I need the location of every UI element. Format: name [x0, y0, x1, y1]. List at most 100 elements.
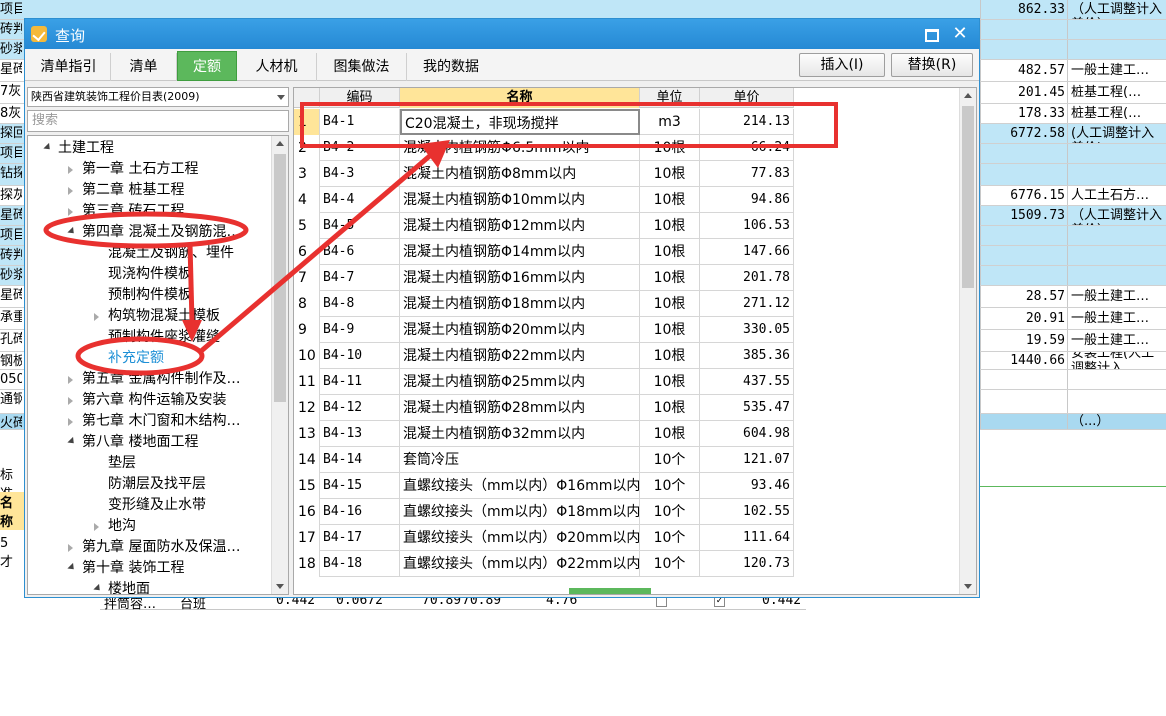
header-name[interactable]: 名称	[400, 88, 640, 108]
collapse-arrow-icon[interactable]	[68, 208, 73, 216]
table-row[interactable]: 4 B4-4 混凝土内植钢筋Φ10mm以内 10根 94.86	[294, 187, 794, 213]
cell-idx: 4	[294, 187, 320, 213]
tree-scrollbar[interactable]	[271, 136, 288, 594]
tree-node[interactable]: 第七章 木门窗和木结构…	[82, 411, 240, 432]
tree-node[interactable]: 变形缝及止水带	[108, 495, 206, 516]
cell-unit: 10根	[640, 343, 700, 369]
search-input[interactable]: 搜索	[27, 110, 289, 132]
tree-node[interactable]: 土建工程	[58, 138, 114, 159]
tab-list-guide[interactable]: 清单指引	[27, 53, 111, 81]
bg-row-amount: 1440.66	[980, 352, 1068, 369]
bg-row-amount: 201.45	[980, 82, 1068, 103]
collapse-arrow-icon[interactable]	[68, 418, 73, 426]
table-row[interactable]: 8 B4-8 混凝土内植钢筋Φ18mm以内 10根 271.12	[294, 291, 794, 317]
tab-my-data[interactable]: 我的数据	[407, 53, 495, 81]
tree-node[interactable]: 第四章 混凝土及钢筋混…	[82, 222, 240, 243]
tree-node[interactable]: 构筑物混凝土模板	[108, 306, 220, 327]
collapse-arrow-icon[interactable]	[68, 376, 73, 384]
table-row[interactable]: 10 B4-10 混凝土内植钢筋Φ22mm以内 10根 385.36	[294, 343, 794, 369]
table-row[interactable]: 14 B4-14 套筒冷压 10个 121.07	[294, 447, 794, 473]
scroll-up-icon[interactable]	[964, 93, 972, 98]
tree-node[interactable]: 地沟	[108, 516, 136, 537]
expand-arrow-icon[interactable]	[67, 562, 77, 573]
table-row[interactable]: 16 B4-16 直螺纹接头（mm以内）Φ18mm以内 10个 102.55	[294, 499, 794, 525]
maximize-icon[interactable]	[921, 25, 939, 43]
scroll-up-icon[interactable]	[276, 141, 284, 146]
tab-atlas-method[interactable]: 图集做法	[317, 53, 407, 81]
table-row[interactable]: 9 B4-9 混凝土内植钢筋Φ20mm以内 10根 330.05	[294, 317, 794, 343]
collapse-arrow-icon[interactable]	[94, 523, 99, 531]
panel-splitter-handle[interactable]	[569, 588, 651, 594]
dialog-titlebar[interactable]: 查询 ✕	[25, 19, 979, 49]
collapse-arrow-icon[interactable]	[68, 187, 73, 195]
cell-price: 437.55	[700, 369, 794, 395]
bg-row-label: 050	[0, 372, 22, 387]
table-row[interactable]: 2 B4-2 混凝土内植钢筋Φ6.5mm以内 10根 66.24	[294, 135, 794, 161]
expand-arrow-icon[interactable]	[43, 142, 53, 153]
expand-arrow-icon[interactable]	[93, 583, 103, 594]
tree-node[interactable]: 补充定额	[108, 348, 164, 369]
tree-node[interactable]: 垫层	[108, 453, 136, 474]
tree-node[interactable]: 楼地面	[108, 579, 150, 594]
bg-row-label: 砖判	[0, 22, 22, 37]
table-row[interactable]: 12 B4-12 混凝土内植钢筋Φ28mm以内 10根 535.47	[294, 395, 794, 421]
cell-unit: 10根	[640, 239, 700, 265]
table-row[interactable]: 15 B4-15 直螺纹接头（mm以内）Φ16mm以内 10个 93.46	[294, 473, 794, 499]
tree-node[interactable]: 第十章 装饰工程	[82, 558, 184, 579]
expand-arrow-icon[interactable]	[67, 436, 77, 447]
table-row[interactable]: 11 B4-11 混凝土内植钢筋Φ25mm以内 10根 437.55	[294, 369, 794, 395]
cell-name: 混凝土内植钢筋Φ25mm以内	[400, 369, 640, 395]
close-icon[interactable]: ✕	[949, 23, 971, 45]
collapse-arrow-icon[interactable]	[68, 544, 73, 552]
table-row[interactable]: 7 B4-7 混凝土内植钢筋Φ16mm以内 10根 201.78	[294, 265, 794, 291]
tree-node[interactable]: 预制构件座浆灌缝	[108, 327, 220, 348]
expand-arrow-icon[interactable]	[67, 226, 77, 237]
header-unit[interactable]: 单位	[640, 88, 700, 108]
table-row[interactable]: 17 B4-17 直螺纹接头（mm以内）Φ20mm以内 10个 111.64	[294, 525, 794, 551]
table-row[interactable]: 6 B4-6 混凝土内植钢筋Φ14mm以内 10根 147.66	[294, 239, 794, 265]
table-row[interactable]: 18 B4-18 直螺纹接头（mm以内）Φ22mm以内 10个 120.73	[294, 551, 794, 577]
collapse-arrow-icon[interactable]	[94, 313, 99, 321]
header-price[interactable]: 单价	[700, 88, 794, 108]
tree-node[interactable]: 第三章 砖石工程	[82, 201, 184, 222]
tab-quota[interactable]: 定额	[177, 51, 237, 81]
bg-row[interactable]: 项目特征] 862.33一般土建工程（人工调整计入差价）	[0, 0, 1166, 20]
collapse-arrow-icon[interactable]	[68, 397, 73, 405]
bg-row-amount	[980, 266, 1068, 285]
tree-node[interactable]: 第一章 土石方工程	[82, 159, 198, 180]
collapse-arrow-icon[interactable]	[68, 166, 73, 174]
library-select[interactable]: 陕西省建筑装饰工程价目表(2009)	[27, 87, 289, 107]
bg-row-label: 项目	[0, 146, 22, 161]
table-row[interactable]: 13 B4-13 混凝土内植钢筋Φ32mm以内 10根 604.98	[294, 421, 794, 447]
table-row[interactable]: 5 B4-5 混凝土内植钢筋Φ12mm以内 10根 106.53	[294, 213, 794, 239]
bg-row-type: 人工土石方…	[1071, 188, 1150, 203]
tree-node[interactable]: 第六章 构件运输及安装	[82, 390, 226, 411]
query-dialog: 查询 ✕ 清单指引 清单 定额 人材机 图集做法 我的数据 插入(I) 替换(R…	[24, 18, 980, 598]
scroll-down-icon[interactable]	[276, 584, 284, 589]
bg-row-type: 一般土建工…	[1071, 289, 1150, 304]
tree-scroll-thumb[interactable]	[274, 154, 286, 402]
cell-unit: 10根	[640, 135, 700, 161]
bg-row-amount	[980, 40, 1068, 59]
tree-node[interactable]: 第八章 楼地面工程	[82, 432, 198, 453]
bg-row-type: 一般土建工…	[1071, 63, 1150, 78]
tree-node[interactable]: 预制构件模板	[108, 285, 192, 306]
tree-node[interactable]: 防潮层及找平层	[108, 474, 206, 495]
tree-node[interactable]: 混凝土及钢筋、埋件	[108, 243, 234, 264]
table-row[interactable]: 3 B4-3 混凝土内植钢筋Φ8mm以内 10根 77.83	[294, 161, 794, 187]
insert-button[interactable]: 插入(I)	[799, 53, 885, 77]
tree-node[interactable]: 现浇构件模板	[108, 264, 192, 285]
tree-node[interactable]: 第二章 桩基工程	[82, 180, 184, 201]
tab-labor-material-machine[interactable]: 人材机	[237, 53, 317, 81]
replace-button[interactable]: 替换(R)	[891, 53, 973, 77]
table-row[interactable]: 1 B4-1 C20混凝土，非现场搅拌 m3 214.13	[294, 109, 794, 135]
header-code[interactable]: 编码	[320, 88, 400, 108]
tree-node[interactable]: 第五章 金属构件制作及…	[82, 369, 240, 390]
tree-node[interactable]: 第九章 屋面防水及保温…	[82, 537, 240, 558]
chevron-down-icon[interactable]	[277, 95, 285, 100]
scroll-down-icon[interactable]	[964, 584, 972, 589]
grid-scroll-thumb[interactable]	[962, 106, 974, 288]
cell-idx: 8	[294, 291, 320, 317]
grid-scrollbar[interactable]	[959, 88, 976, 594]
tab-list[interactable]: 清单	[111, 53, 177, 81]
